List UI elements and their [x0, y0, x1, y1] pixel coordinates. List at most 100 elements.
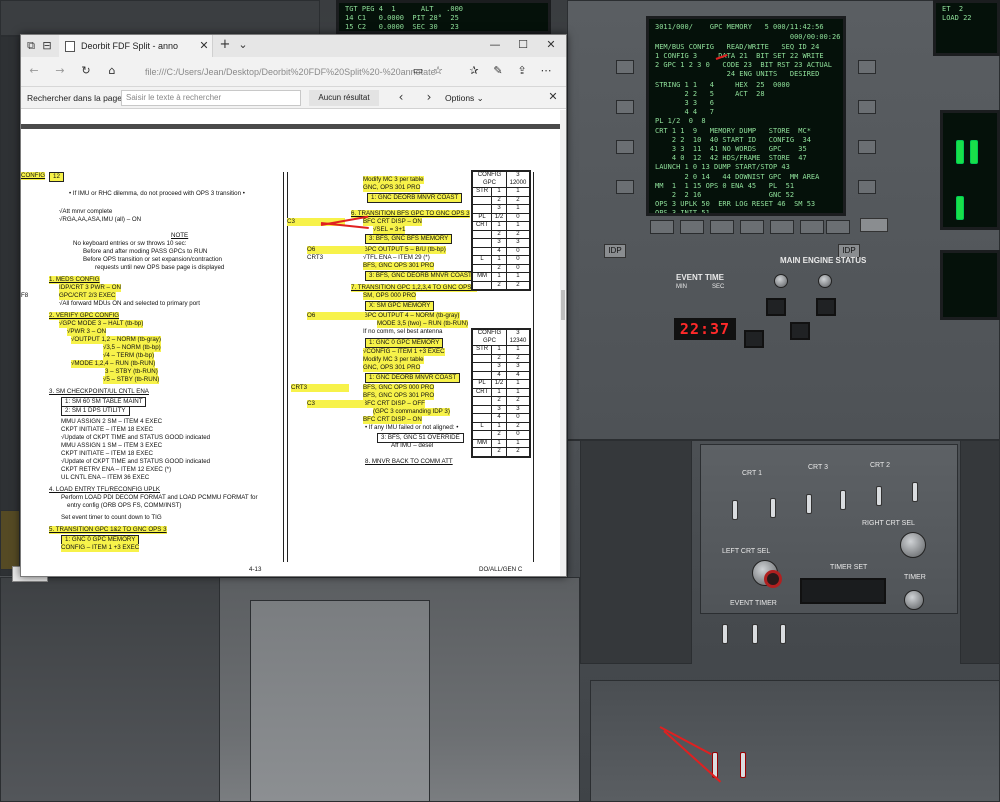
doc-line: 1: GNC 0 GPC MEMORY: [365, 338, 444, 348]
doc-line: IDP/CRT 3 PWR – ON: [59, 284, 122, 292]
doc-line: Aff IMU – desel: [391, 442, 434, 449]
config-table-cell: [471, 353, 493, 363]
config-table-cell: [471, 229, 493, 239]
config-table-header: CONFIG GPC: [472, 171, 507, 188]
doc-line: √SEL = 3+1: [373, 226, 406, 234]
event-time-display: 22:37: [674, 318, 736, 340]
doc-line: 3. SM CHECKPOINT/UL CNTL ENA: [49, 388, 149, 395]
page-number: 4-13: [249, 566, 262, 573]
config-table-cell: 1: [505, 204, 531, 214]
config-table-cell: 2: [505, 195, 531, 205]
crt-power-switch[interactable]: [732, 500, 738, 520]
find-previous-icon[interactable]: ‹: [395, 91, 407, 103]
scroll-thumb[interactable]: [561, 290, 565, 320]
doc-line: 1: GNC DEORB MNVR COAST: [367, 193, 463, 203]
maximize-icon[interactable]: ☐: [517, 39, 529, 51]
back-tabs-icon[interactable]: ⊟: [41, 40, 53, 52]
new-tab-icon[interactable]: +: [219, 38, 231, 51]
tab-close-icon[interactable]: ✕: [199, 40, 209, 52]
config-table-cell: 0: [505, 263, 531, 273]
min-label: MIN: [676, 284, 687, 290]
doc-line: BFC CRT DISP – ON: [363, 416, 422, 424]
doc-line: √OUTPUT 1,2 – NORM (tb-gray): [71, 336, 161, 344]
doc-line: 3: BFS, GNC BFS MEMORY: [365, 234, 453, 244]
more-icon[interactable]: ⋯: [539, 65, 553, 77]
crt-switch-6[interactable]: [912, 482, 918, 502]
find-options[interactable]: Options ⌄: [445, 93, 484, 104]
doc-line: X: SM GPC MEMORY: [365, 301, 435, 311]
doc-line: √GPC MODE 3 – HALT (tb-bp): [59, 320, 144, 328]
event-timer-switch-1[interactable]: [722, 624, 728, 644]
right-crt-sel-knob[interactable]: [900, 532, 926, 558]
favorites-hub-icon[interactable]: ✰: [467, 65, 481, 77]
find-input[interactable]: Saisir le texte à rechercher: [121, 90, 301, 106]
doc-margin-label: C3: [307, 400, 365, 408]
doc-line: • If IMU or RHC dilemma, do not proceed …: [69, 190, 245, 197]
crt-switch-4[interactable]: [840, 490, 846, 510]
doc-line: √TFL ENA – ITEM 29 (*): [363, 254, 430, 261]
doc-margin-label: O6: [307, 312, 365, 320]
doc-line: • If any IMU failed or not aligned: •: [365, 424, 459, 431]
config-table-cell: 1/2: [491, 212, 507, 222]
refresh-icon[interactable]: ↻: [79, 65, 93, 77]
favorite-icon[interactable]: ☆: [431, 65, 445, 77]
config-table-cell: 1: [491, 187, 507, 197]
tab-list-icon[interactable]: ⌄: [237, 39, 249, 51]
tab-sets-icon[interactable]: ⧉: [25, 40, 37, 52]
config-table-header: 3 12000: [505, 171, 531, 188]
config-table-cell: 4: [491, 413, 507, 423]
config-table-cell: 4: [491, 246, 507, 256]
config-table-cell: 1: [491, 272, 507, 282]
crt-switch-2[interactable]: [770, 498, 776, 518]
config-table-cell: 1: [491, 345, 507, 355]
doc-line: 1. MEDS CONFIG: [49, 276, 100, 284]
crt-switch-3[interactable]: [806, 494, 812, 514]
footer-right: DO/ALL/GEN C: [479, 566, 523, 573]
page-top-band: [21, 124, 560, 129]
reading-view-icon[interactable]: ▭: [411, 65, 425, 77]
find-result: Aucun résultat: [309, 90, 379, 106]
config-table-cell: 1: [491, 221, 507, 231]
config-table-cell: 2: [505, 447, 531, 457]
tab-deorbit[interactable]: Deorbit FDF Split - anno ✕: [59, 35, 213, 57]
find-bar: Rechercher dans la page Saisir le texte …: [21, 87, 566, 109]
crt1-label: CRT 1: [742, 470, 762, 477]
config-table-cell: 2: [491, 229, 507, 239]
minimize-icon[interactable]: —: [489, 39, 501, 51]
config-table-cell: [471, 246, 493, 256]
timer-label: TIMER: [904, 574, 926, 581]
config-heading: CONFIG: [21, 172, 46, 180]
notes-icon[interactable]: ✎: [491, 65, 505, 77]
doc-line: √CONFIG – ITEM 1 +3 EXEC: [363, 348, 445, 356]
bottom-switch-2[interactable]: [740, 752, 746, 778]
doc-line: Modify MC 3 per table: [363, 356, 424, 364]
doc-line: (GPC 3 commanding IDP 3): [373, 408, 450, 416]
config-table-cell: 3: [491, 362, 507, 372]
back-icon[interactable]: ←: [27, 65, 41, 77]
event-timer-switch-2[interactable]: [752, 624, 758, 644]
doc-line: √3,5 – NORM (tb-bp): [103, 344, 161, 352]
find-next-icon[interactable]: ›: [423, 91, 435, 103]
crt-switch-5[interactable]: [876, 486, 882, 506]
share-icon[interactable]: ⇪: [515, 65, 529, 77]
timer-knob[interactable]: [904, 590, 924, 610]
scrollbar[interactable]: [560, 110, 566, 576]
timer-set-digits[interactable]: [800, 578, 886, 604]
crt-display-right-top: ET 2 LOAD 22: [933, 0, 1000, 56]
doc-line: GNC, OPS 301 PRO: [363, 184, 421, 192]
event-timer-switch-3[interactable]: [780, 624, 786, 644]
doc-line: √MODE 1,2,4 – RUN (tb-RUN): [71, 360, 156, 368]
forward-icon[interactable]: →: [53, 65, 67, 77]
find-close-icon[interactable]: ✕: [547, 91, 559, 103]
config-table-cell: PL: [471, 212, 493, 222]
doc-line: 3: BFS, GNC DEORB MNVR COAST: [365, 271, 476, 281]
config-table: CONFIG GPC 3 12000 STR 1 1 2 2 3 1 PL 1/2 0 CRT 1 1 2 2 3…: [471, 170, 531, 291]
crt2-label: CRT 2: [870, 462, 890, 469]
window-close-icon[interactable]: ✕: [545, 39, 557, 51]
config-table-cell: [471, 404, 493, 414]
config-table-cell: 2: [505, 280, 531, 290]
config-table-header: 3 12340: [505, 329, 531, 346]
home-icon[interactable]: ⌂: [105, 65, 119, 77]
desktop: TGT PEG 4 1 ALT .000 14 C1 0.0000 PIT 28…: [0, 0, 1000, 802]
config-table-cell: 2: [491, 447, 507, 457]
